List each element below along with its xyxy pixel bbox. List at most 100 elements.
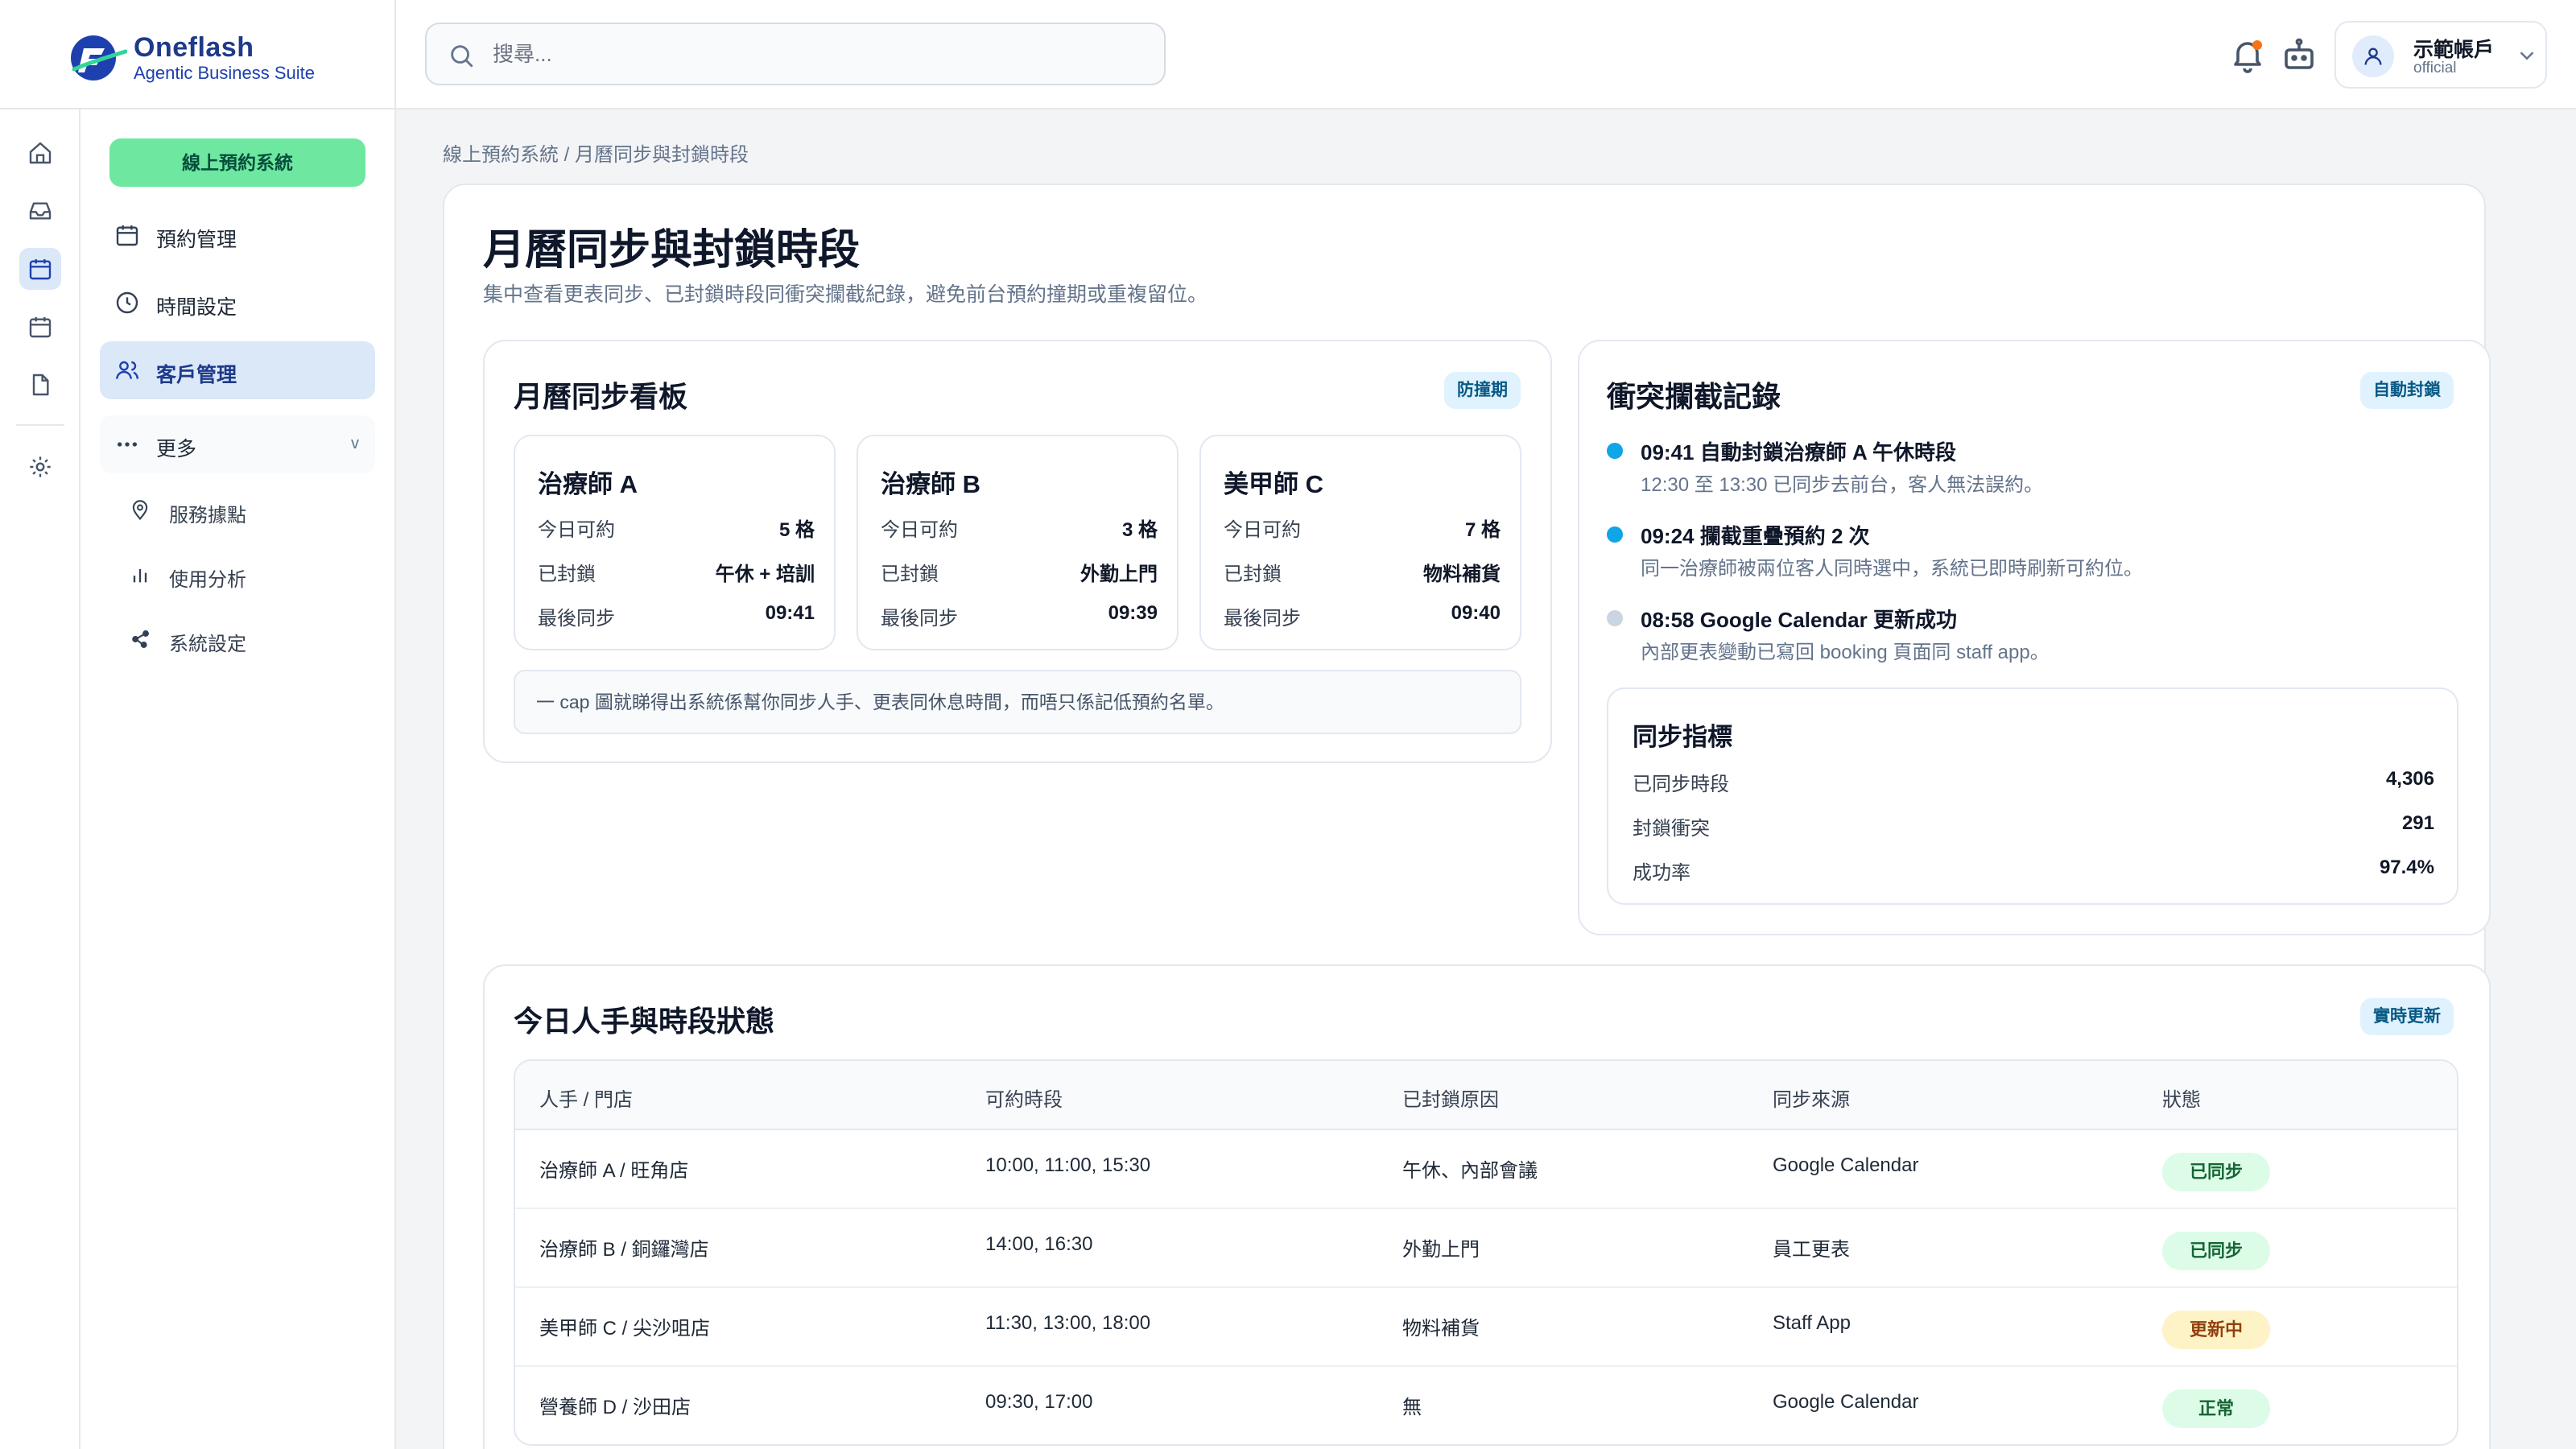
column-header: 已封鎖原因 (1402, 1089, 1499, 1111)
column-header: 可約時段 (985, 1089, 1063, 1111)
cell-slots: 11:30, 13:00, 18:00 (985, 1312, 1151, 1334)
table-row[interactable]: 美甲師 C / 尖沙咀店 11:30, 13:00, 18:00 物料補貨 St… (515, 1288, 2457, 1367)
available-label: 今日可約 (1224, 519, 1301, 541)
icon-rail (0, 109, 80, 1449)
robot-icon[interactable] (2280, 35, 2318, 74)
bell-icon[interactable] (2228, 35, 2267, 74)
header-divider (394, 0, 396, 109)
cell-source: 員工更表 (1773, 1239, 1850, 1261)
available-value: 5 格 (778, 519, 815, 541)
sidebar-item-customers[interactable]: 客戶管理 (100, 341, 375, 399)
status-badge: 已同步 (2162, 1153, 2270, 1191)
staff-card-manicurist-c[interactable]: 美甲師 C 今日可約 7 格 已封鎖 物料補貨 最後同步 09:40 (1199, 435, 1521, 650)
metric-value: 4,306 (2385, 768, 2434, 790)
staff-name: 治療師 A (538, 470, 638, 498)
metric-value: 291 (2401, 812, 2434, 834)
table-row[interactable]: 治療師 B / 銅鑼灣店 14:00, 16:30 外勤上門 員工更表 已同步 (515, 1209, 2457, 1288)
sidebar-item-label: 預約管理 (156, 229, 237, 251)
account-name: 示範帳戶 (2413, 39, 2495, 61)
cell-source: Google Calendar (1773, 1154, 1919, 1176)
rail-settings[interactable] (19, 446, 61, 488)
sync-metrics-title: 同步指標 (1633, 723, 1732, 751)
oneflash-logo-icon (71, 35, 127, 80)
search-icon (451, 45, 473, 68)
blocked-value: 外勤上門 (1080, 564, 1158, 585)
bar-chart-icon (133, 569, 147, 583)
rail-inbox[interactable] (19, 190, 61, 232)
anti-conflict-badge: 防撞期 (1444, 372, 1521, 409)
cell-reason: 無 (1402, 1397, 1422, 1418)
chevron-down-icon: v (351, 435, 359, 452)
sidebar-subitem-label: 系統設定 (169, 634, 246, 655)
last-sync-label: 最後同步 (538, 608, 615, 630)
sidebar-subitem-label: 使用分析 (169, 569, 246, 591)
sidebar-item-more[interactable]: 更多 v (100, 415, 375, 473)
column-header: 狀態 (2162, 1089, 2201, 1111)
search-input[interactable] (493, 35, 1137, 72)
user-icon (2364, 47, 2382, 65)
column-header: 同步來源 (1773, 1089, 1850, 1111)
last-sync-value: 09:40 (1451, 602, 1501, 624)
top-bar: Oneflash Agentic Business Suite 示範帳戶 off… (0, 0, 2576, 109)
brand-tagline: Agentic Business Suite (134, 63, 316, 83)
search-box[interactable] (425, 23, 1166, 85)
table-row[interactable]: 治療師 A / 旺角店 10:00, 11:00, 15:30 午休、內部會議 … (515, 1130, 2457, 1209)
last-sync-value: 09:41 (765, 602, 815, 624)
realtime-badge: 實時更新 (2360, 998, 2454, 1035)
cell-reason: 午休、內部會議 (1402, 1160, 1538, 1182)
blocked-label: 已封鎖 (538, 564, 596, 585)
blocked-value: 物料補貨 (1423, 564, 1501, 585)
calendar-icon (29, 317, 52, 338)
event-description: 內部更表變動已寫回 booking 頁面同 staff app。 (1641, 642, 2050, 663)
cell-staff: 治療師 A / 旺角店 (539, 1160, 689, 1182)
metric-value: 97.4% (2379, 857, 2434, 878)
brand-logo[interactable]: Oneflash Agentic Business Suite (69, 31, 343, 84)
rail-documents[interactable] (19, 364, 61, 406)
account-subtitle: official (2413, 60, 2457, 76)
table-header: 人手 / 門店 可約時段 已封鎖原因 同步來源 狀態 (515, 1061, 2457, 1130)
sidebar-item-time-settings[interactable]: 時間設定 (100, 274, 375, 332)
last-sync-label: 最後同步 (881, 608, 958, 630)
rail-home[interactable] (19, 132, 61, 174)
available-value: 7 格 (1464, 519, 1501, 541)
metric-label: 成功率 (1633, 862, 1690, 884)
staff-status-table: 人手 / 門店 可約時段 已封鎖原因 同步來源 狀態 治療師 A / 旺角店 1… (514, 1059, 2458, 1446)
gear-icon (30, 456, 51, 477)
sidebar-item-booking-management[interactable]: 預約管理 (100, 206, 375, 264)
rail-booking[interactable] (19, 248, 61, 290)
staff-name: 美甲師 C (1224, 470, 1323, 498)
sidebar-item-label: 客戶管理 (156, 364, 237, 386)
event-title: 09:41 自動封鎖治療師 A 午休時段 (1641, 440, 1956, 464)
cell-slots: 14:00, 16:30 (985, 1233, 1093, 1255)
cell-staff: 美甲師 C / 尖沙咀店 (539, 1318, 711, 1340)
event-title: 09:24 攔截重疊預約 2 次 (1641, 524, 1870, 548)
page-description: 集中查看更表同步、已封鎖時段同衝突攔截紀錄，避免前台預約撞期或重複留位。 (483, 283, 1208, 306)
staff-card-therapist-a[interactable]: 治療師 A 今日可約 5 格 已封鎖 午休 + 培訓 最後同步 09:41 (514, 435, 836, 650)
online-booking-system-button[interactable]: 線上預約系統 (109, 138, 365, 187)
sidebar-subitem-analytics[interactable]: 使用分析 (129, 551, 362, 599)
blocked-label: 已封鎖 (881, 564, 939, 585)
last-sync-label: 最後同步 (1224, 608, 1301, 630)
map-pin-icon (132, 500, 148, 521)
clock-icon (116, 291, 138, 314)
event-description: 同一治療師被兩位客人同時選中，系統已即時刷新可約位。 (1641, 558, 2143, 580)
status-dot (1607, 610, 1623, 626)
staff-card-therapist-b[interactable]: 治療師 B 今日可約 3 格 已封鎖 外勤上門 最後同步 09:39 (857, 435, 1179, 650)
cell-slots: 09:30, 17:00 (985, 1391, 1093, 1413)
metric-label: 已同步時段 (1633, 774, 1729, 795)
account-menu[interactable]: 示範帳戶 official (2334, 21, 2547, 89)
document-icon (32, 374, 49, 396)
auto-block-badge: 自動封鎖 (2360, 372, 2454, 409)
sync-metrics-card: 同步指標 已同步時段 4,306 封鎖衝突 291 成功率 97.4% (1607, 687, 2458, 905)
cell-source: Staff App (1773, 1312, 1851, 1334)
users-icon (116, 361, 138, 379)
sidebar-subitem-label: 服務據點 (169, 505, 246, 526)
sidebar-subitem-locations[interactable]: 服務據點 (129, 486, 362, 535)
sidebar: 線上預約系統 預約管理 時間設定 客戶管理 更多 v 服務據點 使用分析 系統設… (80, 109, 396, 1449)
table-row[interactable]: 營養師 D / 沙田店 09:30, 17:00 無 Google Calend… (515, 1367, 2457, 1444)
more-icon (118, 442, 137, 447)
calendar-board-note: 一 cap 圖就睇得出系統係幫你同步人手、更表同休息時間，而唔只係記低預約名單。 (514, 670, 1521, 734)
rail-schedule[interactable] (19, 306, 61, 348)
sidebar-subitem-system-settings[interactable]: 系統設定 (129, 615, 362, 663)
breadcrumb: 線上預約系統 / 月曆同步與封鎖時段 (443, 144, 749, 166)
